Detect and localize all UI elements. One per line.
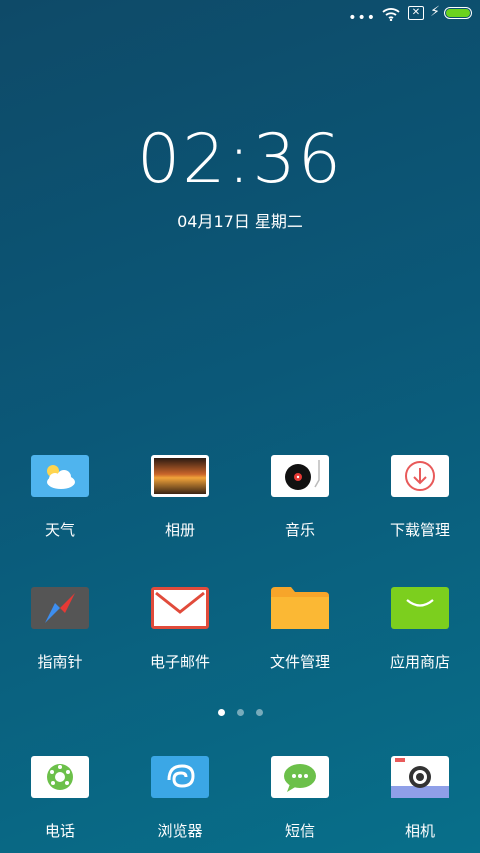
app-store[interactable]: 应用商店 <box>360 587 480 672</box>
app-sms[interactable]: 短信 <box>240 756 360 841</box>
page-dot[interactable] <box>255 709 263 716</box>
app-row-1: 天气 相册 音乐 下载管理 <box>0 455 480 540</box>
lock-clock: 02:36 <box>137 120 343 199</box>
app-label: 指南针 <box>37 653 83 671</box>
mail-icon <box>151 587 209 629</box>
battery-icon <box>444 7 472 19</box>
app-email[interactable]: 电子邮件 <box>120 587 240 672</box>
app-row-2: 指南针 电子邮件 文件管理 应用商店 <box>0 587 480 672</box>
status-bar: ••• ✕ ⚡ <box>0 0 480 28</box>
phone-dial-icon <box>31 756 89 798</box>
charging-icon: ⚡ <box>430 4 440 20</box>
app-label: 音乐 <box>284 521 315 539</box>
app-label: 电话 <box>44 822 75 840</box>
wifi-icon <box>382 6 400 25</box>
download-icon <box>391 455 449 497</box>
app-label: 应用商店 <box>389 653 450 671</box>
app-files[interactable]: 文件管理 <box>240 587 360 672</box>
app-music[interactable]: 音乐 <box>240 455 360 540</box>
page-dot[interactable] <box>236 709 244 716</box>
browser-icon <box>151 756 209 798</box>
app-camera[interactable]: 相机 <box>360 756 480 841</box>
app-label: 文件管理 <box>269 653 330 671</box>
app-compass[interactable]: 指南针 <box>0 587 120 672</box>
battery-level <box>446 9 470 17</box>
weather-icon <box>31 455 89 497</box>
app-weather[interactable]: 天气 <box>0 455 120 540</box>
app-label: 短信 <box>284 822 315 840</box>
app-browser[interactable]: 浏览器 <box>120 756 240 841</box>
page-indicator[interactable] <box>0 701 480 720</box>
store-bag-icon <box>391 587 449 629</box>
message-bubble-icon <box>271 756 329 798</box>
app-downloads[interactable]: 下载管理 <box>360 455 480 540</box>
app-gallery[interactable]: 相册 <box>120 455 240 540</box>
photo-icon <box>151 455 209 497</box>
dock: 电话 浏览器 短信 相机 <box>0 756 480 841</box>
page-dot[interactable] <box>217 709 225 716</box>
folder-icon <box>271 587 329 629</box>
no-sim-icon: ✕ <box>408 6 424 20</box>
lock-date: 04月17日 星期二 <box>177 212 303 231</box>
more-notifications-icon: ••• <box>348 10 376 26</box>
camera-icon <box>391 756 449 798</box>
app-label: 相机 <box>404 822 435 840</box>
record-player-icon <box>271 455 329 497</box>
app-phone[interactable]: 电话 <box>0 756 120 841</box>
app-label: 电子邮件 <box>149 653 210 671</box>
app-label: 下载管理 <box>389 521 450 539</box>
compass-icon <box>31 587 89 629</box>
app-label: 相册 <box>164 521 195 539</box>
app-label: 天气 <box>44 521 75 539</box>
app-label: 浏览器 <box>157 822 203 840</box>
